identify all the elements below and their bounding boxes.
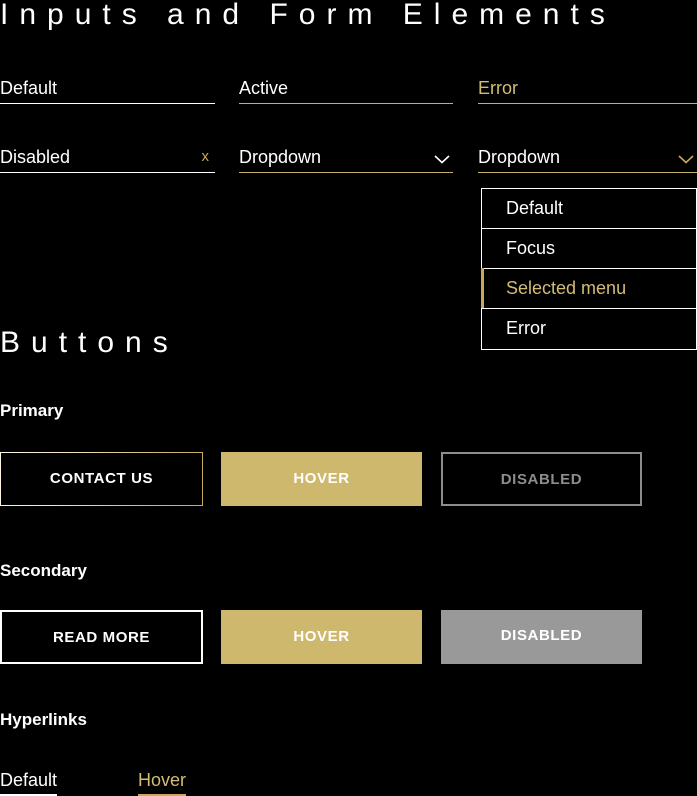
dropdown-menu-item-focus[interactable]: Focus xyxy=(482,229,696,269)
dropdown-select-1[interactable]: Dropdown xyxy=(239,141,453,173)
secondary-hover-button[interactable]: HOVER xyxy=(221,610,422,664)
primary-hover-button[interactable]: HOVER xyxy=(221,452,422,506)
chevron-down-icon[interactable] xyxy=(433,153,451,165)
input-underline-error xyxy=(478,103,697,104)
read-more-button[interactable]: READ MORE xyxy=(0,610,203,664)
dropdown-underline-1 xyxy=(239,172,453,173)
input-value-default: Default xyxy=(0,78,58,98)
subsection-label-primary: Primary xyxy=(0,401,64,420)
dropdown-menu[interactable]: Default Focus Selected menu Error xyxy=(481,188,697,350)
dropdown-underline-2 xyxy=(478,172,697,173)
hyperlink-hover[interactable]: Hover xyxy=(138,769,187,796)
input-value-active: Active xyxy=(239,78,289,98)
secondary-disabled-button: DISABLED xyxy=(441,610,642,664)
chevron-down-icon[interactable] xyxy=(677,153,695,165)
input-value-error: Error xyxy=(478,78,518,98)
subsection-label-hyperlinks: Hyperlinks xyxy=(0,710,87,729)
dropdown-value-2: Dropdown xyxy=(478,147,561,167)
dropdown-select-2[interactable]: Dropdown xyxy=(478,141,697,173)
input-field-error[interactable]: Error xyxy=(478,72,697,104)
page-title-buttons: Buttons xyxy=(0,326,179,359)
dropdown-menu-item-default[interactable]: Default xyxy=(482,189,696,229)
input-field-default[interactable]: Default xyxy=(0,72,215,104)
dropdown-menu-item-error[interactable]: Error xyxy=(482,309,696,349)
input-underline-disabled xyxy=(0,172,215,173)
contact-us-button[interactable]: CONTACT US xyxy=(0,452,203,506)
input-value-disabled: Disabled xyxy=(0,147,71,167)
dropdown-value-1: Dropdown xyxy=(239,147,322,167)
dropdown-menu-item-selected[interactable]: Selected menu xyxy=(481,268,696,309)
page-title-inputs: Inputs and Form Elements xyxy=(0,0,616,31)
input-underline-default xyxy=(0,103,215,104)
subsection-label-secondary: Secondary xyxy=(0,561,87,580)
input-field-disabled: Disabled x xyxy=(0,141,215,173)
input-field-active[interactable]: Active xyxy=(239,72,453,104)
hyperlink-default[interactable]: Default xyxy=(0,769,58,796)
clear-icon[interactable]: x xyxy=(202,147,210,167)
primary-disabled-button: DISABLED xyxy=(441,452,642,506)
input-underline-active xyxy=(239,103,453,104)
